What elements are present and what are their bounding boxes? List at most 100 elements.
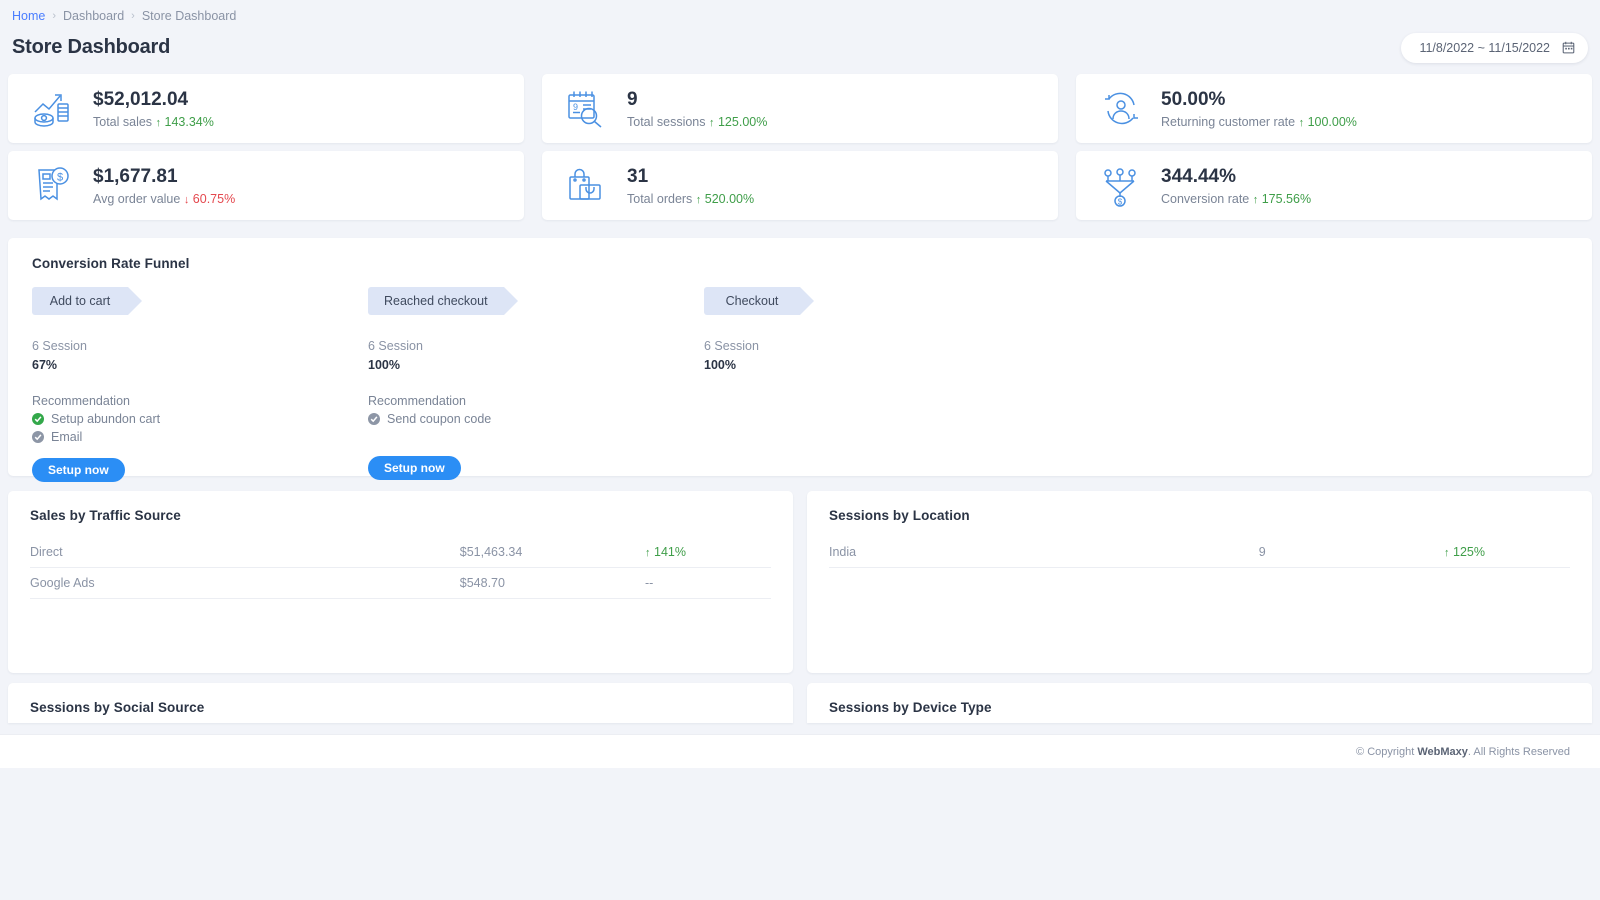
svg-text:$: $ <box>57 171 63 183</box>
kpi-value: 344.44% <box>1161 166 1237 188</box>
funnel-stage-sessions: 6 Session <box>704 339 759 353</box>
trend-up-arrow-icon: ↑ <box>1444 547 1450 559</box>
table-row: Direct $51,463.34 ↑ 141% <box>30 537 771 568</box>
traffic-source-delta: -- <box>645 567 771 599</box>
funnel-stage-chip[interactable]: Add to cart <box>32 287 142 315</box>
funnel-recommendation-item: Email <box>32 430 368 444</box>
location-sessions: 9 <box>1258 537 1445 568</box>
funnel-recommendation-label: Recommendation <box>368 394 466 408</box>
kpi-card-conversion-rate[interactable]: $ 344.44% Conversion rate ↑ 175.56% <box>1076 151 1592 220</box>
calendar-icon <box>1562 41 1575 54</box>
funnel-stages: Add to cart 6 Session 67% Recommendation… <box>32 287 1568 482</box>
traffic-source-name: Google Ads <box>30 567 460 599</box>
copyright-text: © Copyright WebMaxy. All Rights Reserved <box>1356 746 1570 758</box>
kpi-label: Total orders ↑ 520.00% <box>627 192 754 206</box>
funnel-stage-percent: 100% <box>704 358 736 372</box>
funnel-recommendation-label: Recommendation <box>32 394 130 408</box>
setup-now-button[interactable]: Setup now <box>368 456 461 480</box>
location-name: India <box>829 537 1259 568</box>
kpi-label: Total sales ↑ 143.34% <box>93 115 214 129</box>
kpi-label: Total sessions ↑ 125.00% <box>627 115 767 129</box>
sessions-by-location-table: India 9 ↑ 125% <box>829 537 1570 568</box>
location-delta: ↑ 125% <box>1444 537 1570 568</box>
kpi-label: Conversion rate ↑ 175.56% <box>1161 192 1311 206</box>
trend-down-arrow-icon: ↓ <box>183 193 190 206</box>
kpi-value: 50.00% <box>1161 89 1226 111</box>
copyright-prefix: © Copyright <box>1356 745 1418 758</box>
breadcrumb-store-dashboard: Store Dashboard <box>141 9 237 23</box>
card-title: Sessions by Social Source <box>30 700 205 715</box>
kpi-value: 31 <box>627 166 649 188</box>
trend-up-arrow-icon: ↑ <box>1252 193 1259 206</box>
breadcrumb-dashboard[interactable]: Dashboard <box>63 9 124 23</box>
delta-value: 125% <box>1453 545 1485 559</box>
kpi-card-returning-customer-rate[interactable]: 50.00% Returning customer rate ↑ 100.00% <box>1076 74 1592 143</box>
funnel-stage-chip[interactable]: Checkout <box>704 287 814 315</box>
funnel-stage-add-to-cart: Add to cart 6 Session 67% Recommendation… <box>32 287 368 482</box>
svg-text:9: 9 <box>573 102 578 112</box>
sessions-by-location-card: Sessions by Location India 9 ↑ 125% <box>807 491 1592 673</box>
funnel-stage-chip[interactable]: Reached checkout <box>368 287 518 315</box>
trend-up-arrow-icon: ↑ <box>155 116 162 129</box>
funnel-stage-checkout: Checkout 6 Session 100% <box>704 287 1040 482</box>
card-title: Sessions by Location <box>829 508 970 523</box>
funnel-recommendation-item: Send coupon code <box>368 412 704 426</box>
kpi-label-text: Avg order value <box>93 191 181 206</box>
kpi-delta: 100.00% <box>1307 114 1357 129</box>
kpi-card-total-sessions[interactable]: 9 9 Total sessions ↑ 125.00% <box>542 74 1058 143</box>
traffic-source-name: Direct <box>30 537 460 568</box>
kpi-delta: 60.75% <box>192 191 236 206</box>
returning-customer-icon <box>1098 86 1144 132</box>
kpi-label-text: Total orders <box>627 191 693 206</box>
kpi-card-total-orders[interactable]: 31 Total orders ↑ 520.00% <box>542 151 1058 220</box>
kpi-delta: 520.00% <box>704 191 755 206</box>
check-circle-icon <box>32 413 44 425</box>
sessions-by-device-type-card: Sessions by Device Type <box>807 683 1592 723</box>
date-range-picker[interactable]: 11/8/2022 ~ 11/15/2022 <box>1401 32 1588 63</box>
funnel-stage-sessions: 6 Session <box>368 339 423 353</box>
kpi-label-text: Total sessions <box>627 114 706 129</box>
kpi-label-text: Returning customer rate <box>1161 114 1296 129</box>
sales-by-traffic-source-card: Sales by Traffic Source Direct $51,463.3… <box>8 491 793 673</box>
shopping-bag-icon <box>564 163 610 209</box>
funnel-stage-reached-checkout: Reached checkout 6 Session 100% Recommen… <box>368 287 704 482</box>
dashboard-page: Home › Dashboard › Store Dashboard Store… <box>0 0 1600 768</box>
funnel-recommendation-text: Setup abundon cart <box>51 412 161 426</box>
page-title: Store Dashboard <box>12 36 171 58</box>
traffic-source-value: $51,463.34 <box>459 537 646 568</box>
trend-up-arrow-icon: ↑ <box>645 547 651 559</box>
tables-row-primary: Sales by Traffic Source Direct $51,463.3… <box>8 491 1592 673</box>
breadcrumb: Home › Dashboard › Store Dashboard <box>8 0 1592 23</box>
date-range-value: 11/8/2022 ~ 11/15/2022 <box>1419 40 1550 55</box>
kpi-card-avg-order-value[interactable]: $ $1,677.81 Avg order value ↓ 60.75% <box>8 151 524 220</box>
breadcrumb-home[interactable]: Home <box>12 9 45 23</box>
sessions-by-social-source-card: Sessions by Social Source <box>8 683 793 723</box>
check-circle-icon <box>32 431 44 443</box>
funnel-recommendation-item: Setup abundon cart <box>32 412 368 426</box>
kpi-card-total-sales[interactable]: $52,012.04 Total sales ↑ 143.34% <box>8 74 524 143</box>
kpi-value: $52,012.04 <box>93 89 189 111</box>
table-row: Google Ads $548.70 -- <box>30 567 771 599</box>
funnel-stage-percent: 100% <box>368 358 400 372</box>
traffic-source-value: $548.70 <box>459 567 646 599</box>
kpi-label-text: Conversion rate <box>1161 191 1250 206</box>
calendar-search-icon: 9 <box>564 86 610 132</box>
funnel-recommendation-text: Email <box>51 430 83 444</box>
tables-row-secondary: Sessions by Social Source Sessions by De… <box>8 683 1592 723</box>
traffic-source-delta: ↑ 141% <box>645 537 771 568</box>
kpi-value: 9 <box>627 89 638 111</box>
sales-chart-coins-icon <box>30 86 76 132</box>
trend-up-arrow-icon: ↑ <box>1298 116 1305 129</box>
funnel-stage-sessions: 6 Session <box>32 339 87 353</box>
page-header: Store Dashboard 11/8/2022 ~ 11/15/2022 <box>8 23 1592 67</box>
kpi-delta: 125.00% <box>717 114 768 129</box>
brand-name: WebMaxy <box>1417 745 1468 758</box>
kpi-delta: 175.56% <box>1261 191 1312 206</box>
conversion-rate-funnel-card: Conversion Rate Funnel Add to cart 6 Ses… <box>8 238 1592 482</box>
setup-now-button[interactable]: Setup now <box>32 458 125 482</box>
footer: © Copyright WebMaxy. All Rights Reserved <box>0 734 1600 768</box>
invoice-dollar-icon: $ <box>30 163 76 209</box>
table-row: India 9 ↑ 125% <box>829 537 1570 568</box>
copyright-suffix: . All Rights Reserved <box>1467 745 1570 758</box>
kpi-grid: $52,012.04 Total sales ↑ 143.34% 9 9 Tot… <box>8 74 1592 220</box>
